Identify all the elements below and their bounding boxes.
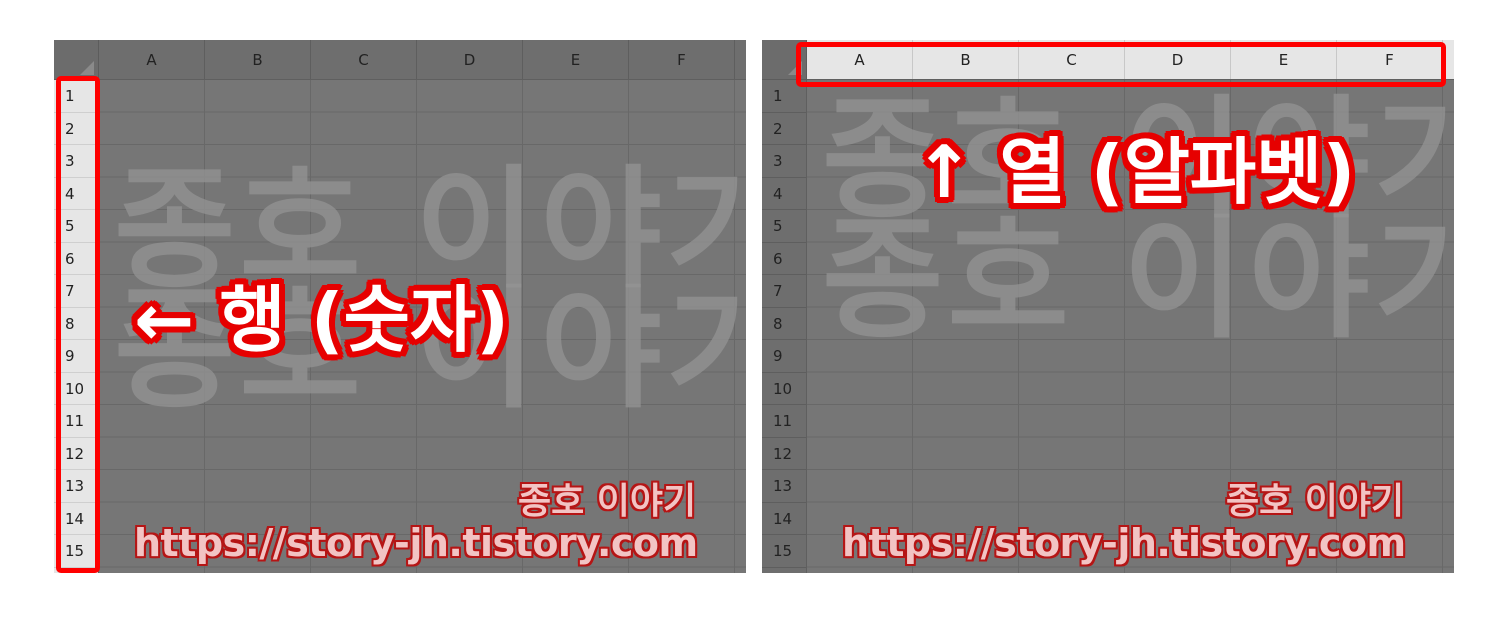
row-header-15[interactable]: 15 (762, 535, 806, 568)
column-header-c[interactable]: C (311, 40, 417, 79)
row-header-11[interactable]: 11 (762, 405, 806, 438)
watermark-blog-url: https://story-jh.tistory.com (842, 521, 1406, 565)
row-header-13[interactable]: 13 (762, 470, 806, 503)
row-header-8[interactable]: 8 (762, 308, 806, 340)
row-header-9[interactable]: 9 (762, 340, 806, 373)
row-header-2[interactable]: 2 (762, 113, 806, 145)
row-header-5[interactable]: 5 (762, 210, 806, 243)
column-callout-label: ↑ 열 (알파벳) (914, 130, 1356, 214)
row-header-7[interactable]: 7 (762, 275, 806, 308)
column-header-f[interactable]: F (629, 40, 735, 79)
row-header-4[interactable]: 4 (762, 178, 806, 210)
select-all-corner[interactable] (54, 40, 99, 80)
column-header-b[interactable]: B (205, 40, 311, 79)
row-header-12[interactable]: 12 (762, 438, 806, 470)
row-header-highlight-box (56, 76, 100, 573)
row-header-3[interactable]: 3 (762, 145, 806, 178)
watermark-blog-name: 종호 이야기 (1226, 481, 1405, 522)
spreadsheet-left-panel: A B C D E F 1 2 3 4 5 6 7 8 9 10 11 12 1… (54, 40, 746, 573)
row-header-14[interactable]: 14 (762, 503, 806, 535)
watermark-large-text: 이야기 (1122, 203, 1454, 357)
row-header-10[interactable]: 10 (762, 373, 806, 405)
watermark-large-line2-right: 종호 이야기 (822, 214, 1454, 346)
column-header-highlight-box (796, 42, 1446, 87)
watermark-large-line1-left: 종호 이야기 (114, 164, 746, 296)
row-header-bar: 1 2 3 4 5 6 7 8 9 10 11 12 13 14 15 (762, 80, 807, 573)
select-all-triangle-icon[interactable] (80, 61, 94, 75)
spreadsheet-right-panel: A B C D E F 1 2 3 4 5 6 7 8 9 10 11 12 1… (762, 40, 1454, 573)
row-header-6[interactable]: 6 (762, 243, 806, 275)
column-header-d[interactable]: D (417, 40, 523, 79)
watermark-blog-name: 종호 이야기 (518, 481, 697, 522)
watermark-blog-url: https://story-jh.tistory.com (134, 521, 698, 565)
column-header-e[interactable]: E (523, 40, 629, 79)
column-header-bar: A B C D E F (99, 40, 746, 80)
column-header-a[interactable]: A (99, 40, 205, 79)
watermark-large-text: 종호 (822, 203, 1073, 357)
row-callout-label: ← 행 (숫자) (134, 278, 509, 362)
